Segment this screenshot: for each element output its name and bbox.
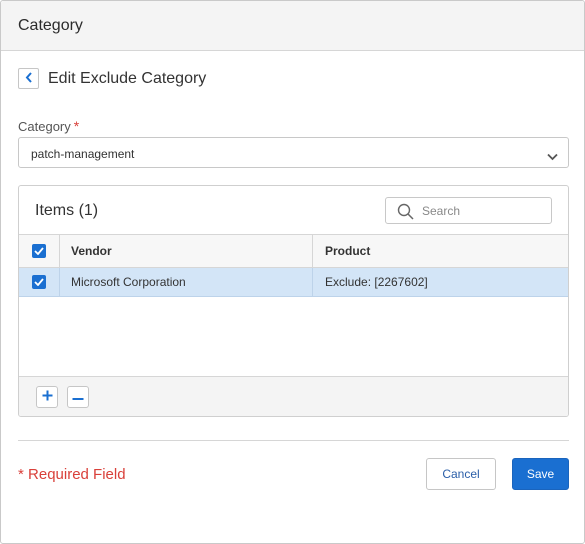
row-vendor-cell: Microsoft Corporation — [60, 268, 313, 296]
chevron-down-icon — [547, 148, 558, 166]
column-header-product[interactable]: Product — [313, 235, 568, 267]
required-note-asterisk: * — [18, 466, 24, 483]
minus-icon — [72, 388, 84, 406]
dialog-header: Category — [1, 1, 584, 51]
items-panel-title: Items (1) — [35, 202, 99, 219]
category-label-text: Category — [18, 119, 71, 134]
checkmark-icon — [34, 244, 44, 258]
select-all-checkbox[interactable] — [32, 244, 46, 258]
required-asterisk: * — [73, 118, 80, 134]
search-box[interactable] — [385, 197, 552, 224]
dialog-title: Category — [18, 17, 83, 34]
table-toolbar — [19, 376, 568, 416]
plus-icon — [42, 388, 53, 406]
items-panel: Items (1) Vendor Product — [18, 185, 569, 417]
search-input[interactable] — [422, 202, 542, 219]
save-button[interactable]: Save — [512, 458, 569, 490]
column-header-vendor[interactable]: Vendor — [60, 235, 313, 267]
page-title: Edit Exclude Category — [48, 70, 207, 87]
required-note-text: Required Field — [28, 466, 126, 483]
add-item-button[interactable] — [36, 386, 58, 408]
checkmark-icon — [34, 275, 44, 289]
remove-item-button[interactable] — [67, 386, 89, 408]
edit-category-dialog: Category Edit Exclude Category Category *… — [0, 0, 585, 544]
chevron-left-icon — [25, 70, 33, 88]
table-header: Vendor Product — [19, 234, 568, 268]
header-checkbox-cell — [19, 235, 60, 267]
category-select-value: patch-management — [31, 147, 135, 161]
footer-divider — [18, 440, 569, 441]
category-select[interactable]: patch-management — [18, 137, 569, 168]
cancel-button[interactable]: Cancel — [426, 458, 496, 490]
row-checkbox-cell — [19, 268, 60, 296]
row-product-cell: Exclude: [2267602] — [325, 275, 428, 289]
required-field-note: * Required Field — [18, 466, 126, 483]
table-row[interactable]: Microsoft Corporation Exclude: [2267602] — [19, 268, 568, 297]
category-label: Category * — [18, 118, 79, 134]
back-button[interactable] — [18, 68, 39, 89]
row-checkbox[interactable] — [32, 275, 46, 289]
search-icon — [397, 203, 414, 225]
